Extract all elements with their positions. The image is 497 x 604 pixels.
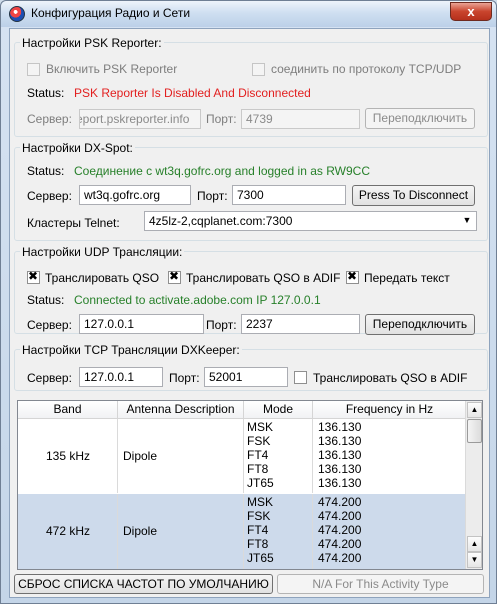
psk-reporter-group: Настройки PSK Reporter: Включить PSK Rep… <box>14 36 488 137</box>
reset-frequencies-button[interactable]: СБРОС СПИСКА ЧАСТОТ ПО УМОЛЧАНИЮ <box>14 574 273 594</box>
title-bar[interactable]: Конфигурация Радио и Сети x <box>1 1 496 27</box>
table-scrollbar[interactable]: ▲ ▲ ▼ <box>465 401 482 569</box>
udp-reconnect-button[interactable]: Переподключить <box>365 314 475 335</box>
udp-status-label: Status: <box>27 293 65 307</box>
frequency-cell: 136.130 <box>318 420 362 434</box>
psk-server-input[interactable]: report.pskreporter.info <box>79 109 201 129</box>
udp-port-label: Порт: <box>206 318 237 332</box>
psk-status-label: Status: <box>27 86 65 100</box>
dx-group-title: Настройки DX-Spot: <box>20 141 135 155</box>
dx-server-input[interactable]: wt3q.gofrc.org <box>79 185 191 205</box>
udp-broadcast-adif-label: Транслировать QSO в ADIF <box>186 271 341 285</box>
frequency-cell: 474.200 <box>318 523 362 537</box>
udp-group-title: Настройки UDP Трансляции: <box>20 245 185 259</box>
psk-group-title: Настройки PSK Reporter: <box>20 36 164 50</box>
scroll-down-icon[interactable]: ▲ <box>467 536 482 552</box>
frequency-cell: 136.130 <box>318 462 362 476</box>
udp-server-label: Сервер: <box>27 318 72 332</box>
column-header-band[interactable]: Band <box>18 401 118 419</box>
tcp-adif-checkbox[interactable] <box>294 371 307 384</box>
dx-spot-group: Настройки DX-Spot: Status: Соединение с … <box>14 141 488 241</box>
psk-server-label: Сервер: <box>27 112 72 126</box>
tcp-port-label: Порт: <box>169 371 200 385</box>
activity-type-button[interactable]: N/A For This Activity Type <box>277 574 484 594</box>
tcp-server-label: Сервер: <box>27 371 72 385</box>
psk-port-label: Порт: <box>206 112 237 126</box>
udp-send-text-label: Передать текст <box>364 271 450 285</box>
udp-send-text-checkbox[interactable] <box>346 269 359 284</box>
dx-status-label: Status: <box>27 164 65 178</box>
band-cell: 472 kHz <box>46 524 91 538</box>
psk-status-text: PSK Reporter Is Disabled And Disconnecte… <box>74 86 311 100</box>
frequency-table[interactable]: Band Antenna Description Mode Frequency … <box>17 400 483 570</box>
mode-cell: FSK <box>247 434 271 448</box>
frequency-cell: 136.130 <box>318 448 362 462</box>
frequency-cell: 474.200 <box>318 537 362 551</box>
column-header-antenna[interactable]: Antenna Description <box>118 401 244 419</box>
frequency-cell: 136.130 <box>318 476 362 490</box>
band-cell: 135 kHz <box>46 449 91 463</box>
frequency-cell: 136.130 <box>318 434 362 448</box>
tcp-group-title: Настройки TCP Трансляции DXKeeper: <box>20 343 242 357</box>
enable-psk-label: Включить PSK Reporter <box>46 62 178 76</box>
udp-broadcast-qso-checkbox[interactable] <box>27 269 40 284</box>
dx-port-label: Порт: <box>197 189 228 203</box>
mode-cell: FT8 <box>247 537 269 551</box>
udp-status-text: Connected to activate.adobe.com IP 127.0… <box>74 293 321 307</box>
psk-port-input[interactable]: 4739 <box>241 109 360 129</box>
tcp-port-input[interactable]: 52001 <box>204 367 288 387</box>
mode-cell: FT4 <box>247 448 269 462</box>
antenna-cell: Dipole <box>123 449 158 463</box>
mode-cell: JT65 <box>247 476 274 490</box>
chevron-down-icon: ▼ <box>462 215 472 225</box>
telnet-clusters-value: 4z5lz-2,cqplanet.com:7300 <box>149 214 293 228</box>
close-button[interactable]: x <box>450 2 492 21</box>
enable-psk-checkbox[interactable] <box>27 63 40 76</box>
table-row[interactable]: 135 kHz Dipole MSK FSK FT4 FT8 JT65 136.… <box>18 419 467 493</box>
close-icon: x <box>467 4 475 19</box>
udp-port-input[interactable]: 2237 <box>241 314 360 334</box>
dialog-client: Настройки PSK Reporter: Включить PSK Rep… <box>9 28 490 598</box>
mode-cell: MSK <box>247 420 274 434</box>
scroll-up-icon[interactable]: ▲ <box>467 402 482 418</box>
udp-broadcast-adif-checkbox[interactable] <box>168 269 181 284</box>
psk-tcp-checkbox[interactable] <box>252 63 265 76</box>
telnet-clusters-select[interactable]: 4z5lz-2,cqplanet.com:7300 ▼ <box>144 211 477 231</box>
tcp-adif-label: Транслировать QSO в ADIF <box>313 371 468 385</box>
dx-status-text: Соединение с wt3q.gofrc.org and logged i… <box>74 164 370 178</box>
udp-broadcast-qso-label: Транслировать QSO <box>45 271 160 285</box>
dx-disconnect-button[interactable]: Press To Disconnect <box>352 185 475 206</box>
scroll-thumb[interactable] <box>467 419 482 443</box>
udp-group: Настройки UDP Трансляции: Транслировать … <box>14 245 488 335</box>
app-icon <box>9 6 25 22</box>
column-header-frequency[interactable]: Frequency in Hz <box>313 401 467 419</box>
tcp-server-input[interactable]: 127.0.0.1 <box>79 367 163 387</box>
antenna-cell: Dipole <box>123 524 158 538</box>
config-window: Конфигурация Радио и Сети x Настройки PS… <box>0 0 497 604</box>
mode-cell: FSK <box>247 509 271 523</box>
mode-cell: FT4 <box>247 523 269 537</box>
udp-server-input[interactable]: 127.0.0.1 <box>79 314 204 334</box>
tcp-group: Настройки TCP Трансляции DXKeeper: Серве… <box>14 343 488 391</box>
frequency-cell: 474.200 <box>318 509 362 523</box>
column-header-mode[interactable]: Mode <box>244 401 313 419</box>
mode-cell: JT65 <box>247 551 274 565</box>
mode-cell: MSK <box>247 495 274 509</box>
psk-tcp-label: соединить по протоколу TCP/UDP <box>271 62 462 76</box>
window-title: Конфигурация Радио и Сети <box>31 6 191 20</box>
frequency-cell: 474.200 <box>318 495 362 509</box>
frequency-cell: 474.200 <box>318 551 362 565</box>
telnet-clusters-label: Кластеры Telnet: <box>27 216 120 230</box>
dx-port-input[interactable]: 7300 <box>232 185 346 205</box>
scroll-down-icon[interactable]: ▼ <box>467 552 482 568</box>
dx-server-label: Сервер: <box>27 189 72 203</box>
table-row[interactable]: 472 kHz Dipole MSK FSK FT4 FT8 JT65 474.… <box>18 494 467 569</box>
psk-reconnect-button[interactable]: Переподключить <box>365 108 475 129</box>
mode-cell: FT8 <box>247 462 269 476</box>
